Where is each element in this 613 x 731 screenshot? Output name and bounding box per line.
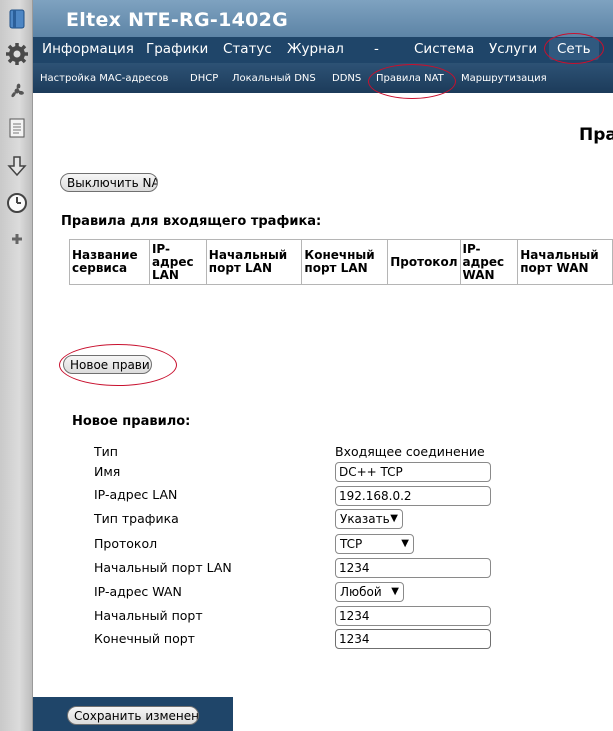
col-wan-ip: IP-адрес WAN	[459, 239, 519, 285]
traffic-type-label: Тип трафика	[94, 511, 179, 526]
main-nav-item-graphs[interactable]: Графики	[146, 41, 208, 57]
traffic-type-selected: Указать	[340, 512, 390, 526]
new-rule-form-title: Новое правило:	[72, 414, 191, 429]
protocol-selected: TCP	[340, 537, 363, 551]
lan-start-port-label: Начальный порт LAN	[94, 560, 232, 575]
sub-nav-item-ddns[interactable]: DDNS	[332, 73, 361, 84]
name-label: Имя	[94, 464, 121, 479]
page-heading: Пра	[579, 125, 613, 145]
sub-nav-item-dhcp[interactable]: DHCP	[190, 73, 218, 84]
chevron-down-icon: ▼	[390, 513, 398, 524]
disable-nat-button[interactable]: Выключить NAT	[60, 173, 158, 192]
sub-nav: Настройка МАС-адресов DHCP Локальный DNS…	[33, 63, 613, 93]
fan-icon[interactable]	[4, 78, 29, 103]
lan-ip-label: IP-адрес LAN	[94, 487, 178, 502]
wan-ip-select[interactable]: Любой ▼	[335, 582, 404, 602]
main-nav-item-services[interactable]: Услуги	[489, 41, 537, 57]
download-arrow-icon[interactable]	[4, 153, 29, 178]
start-port-label: Начальный порт	[94, 608, 203, 623]
traffic-type-select[interactable]: Указать ▼	[335, 509, 403, 529]
bookmark-icon[interactable]	[4, 6, 29, 31]
plus-icon[interactable]	[4, 226, 29, 251]
lan-ip-input[interactable]	[335, 486, 491, 506]
main-nav-item-info[interactable]: Информация	[42, 41, 134, 57]
clock-icon[interactable]	[4, 190, 29, 215]
main-nav-item-status[interactable]: Статус	[223, 41, 272, 57]
sub-nav-item-nat-rules[interactable]: Правила NAT	[376, 73, 444, 84]
col-protocol: Протокол	[387, 239, 461, 285]
main-nav-item-network[interactable]: Сеть	[549, 38, 599, 60]
main-nav-item-system[interactable]: Система	[414, 41, 474, 57]
sub-nav-item-local-dns[interactable]: Локальный DNS	[232, 73, 316, 84]
col-lan-end-port: Конечный порт LAN	[301, 239, 389, 285]
wan-ip-label: IP-адрес WAN	[94, 584, 182, 599]
new-rule-button[interactable]: Новое правило	[63, 355, 152, 374]
col-lan-start-port: Начальный порт LAN	[205, 239, 303, 285]
chevron-down-icon: ▼	[391, 586, 399, 597]
end-port-input[interactable]	[335, 629, 491, 649]
notes-icon[interactable]	[4, 115, 29, 140]
left-toolbar	[0, 0, 33, 731]
col-lan-ip: IP-адрес LAN	[148, 239, 207, 285]
table-header-row: Название сервиса IP-адрес LAN Начальный …	[69, 239, 613, 285]
sub-nav-item-mac[interactable]: Настройка МАС-адресов	[40, 73, 168, 84]
gear-icon[interactable]	[4, 41, 29, 66]
sub-nav-item-routing[interactable]: Маршрутизация	[461, 73, 547, 84]
chevron-down-icon: ▼	[401, 538, 409, 549]
protocol-select[interactable]: TCP ▼	[335, 534, 414, 554]
col-wan-start-port: Начальный порт WAN	[517, 239, 613, 285]
main-nav: Информация Графики Статус Журнал - Систе…	[33, 37, 613, 63]
wan-ip-selected: Любой	[340, 585, 382, 599]
incoming-rules-title: Правила для входящего трафика:	[61, 214, 322, 229]
lan-start-port-input[interactable]	[335, 558, 491, 578]
main-nav-item-log[interactable]: Журнал	[287, 41, 344, 57]
rules-table: Название сервиса IP-адрес LAN Начальный …	[69, 239, 613, 285]
start-port-input[interactable]	[335, 606, 491, 626]
save-changes-button[interactable]: Сохранить изменения	[67, 706, 199, 725]
end-port-label: Конечный порт	[94, 631, 195, 646]
main-nav-separator: -	[374, 41, 379, 57]
type-label: Тип	[94, 444, 118, 459]
app-title: Eltex NTE-RG-1402G	[66, 9, 289, 31]
title-bar: Eltex NTE-RG-1402G	[33, 0, 613, 37]
protocol-label: Протокол	[94, 536, 158, 551]
col-service-name: Название сервиса	[69, 239, 150, 285]
type-value: Входящее соединение	[335, 444, 485, 459]
name-input[interactable]	[335, 462, 491, 482]
